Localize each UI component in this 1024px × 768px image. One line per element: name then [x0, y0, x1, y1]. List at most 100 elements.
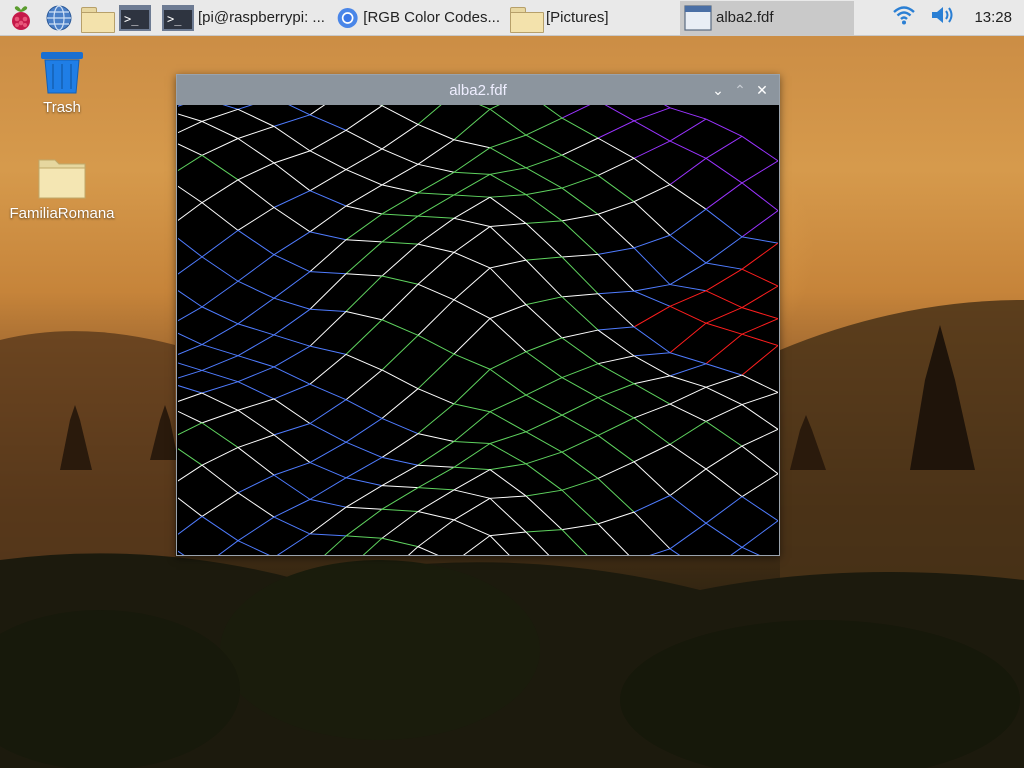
wireframe-edge: [201, 256, 239, 282]
maximize-button[interactable]: ⌃: [729, 80, 751, 100]
wireframe-edge: [381, 511, 419, 539]
wireframe-edge: [201, 344, 239, 357]
wireframe-edge: [237, 179, 275, 208]
wireframe-edge: [237, 447, 275, 476]
wireframe-edge: [525, 134, 563, 156]
wireframe-edge: [309, 423, 347, 443]
volume-button[interactable]: [930, 4, 956, 31]
wireframe-edge: [489, 463, 527, 471]
task-chromium[interactable]: [RGB Color Codes...: [332, 1, 506, 35]
wireframe-edge: [273, 398, 311, 424]
wireframe-edge: [381, 148, 419, 165]
wireframe-edge: [201, 355, 239, 371]
wireframe-edge: [201, 323, 239, 346]
wireframe-edge: [417, 194, 455, 217]
wireframe-edge: [705, 262, 743, 270]
wireframe-edge: [178, 154, 203, 172]
globe-icon: [46, 4, 72, 31]
wireframe-edge: [453, 194, 491, 198]
wireframe-edge: [597, 329, 635, 357]
wireframe-edge: [201, 306, 239, 325]
wireframe-edge: [273, 125, 311, 152]
wireframe-edge: [453, 217, 491, 228]
wireframe-edge: [407, 546, 419, 555]
web-browser-launcher[interactable]: [42, 1, 76, 35]
wireframe-edge: [489, 105, 500, 110]
wireframe-edge: [178, 237, 203, 258]
wireframe-edge: [453, 489, 491, 499]
wireframe-edge: [309, 533, 347, 537]
wireframe-edge: [178, 332, 203, 346]
wireframe-edge: [417, 433, 455, 442]
wireframe-edge: [453, 497, 491, 521]
wireframe-edge: [417, 243, 455, 253]
close-button[interactable]: ✕: [751, 80, 773, 100]
clock[interactable]: 13:28: [974, 9, 1012, 26]
wireframe-edge: [669, 284, 707, 292]
wireframe-canvas[interactable]: [178, 105, 778, 555]
wireframe-edge: [237, 254, 275, 282]
wireframe-edge: [273, 462, 311, 476]
wireframe-edge: [273, 271, 311, 299]
wireframe-edge: [669, 403, 707, 422]
minimize-button[interactable]: ⌄: [707, 80, 729, 100]
wireframe-edge: [362, 537, 383, 555]
wireframe-edge: [489, 196, 527, 224]
wireframe-edge: [633, 443, 671, 463]
wireframe-edge: [417, 403, 455, 435]
wireframe-edge: [237, 334, 275, 357]
file-manager-launcher[interactable]: [80, 1, 115, 35]
wireframe-edge: [525, 451, 563, 465]
task-terminal[interactable]: >_ [pi@raspberrypi: ...: [158, 1, 332, 35]
wireframe-edge: [453, 147, 491, 173]
window-titlebar[interactable]: alba2.fdf ⌄ ⌃ ✕: [177, 75, 779, 105]
wireframe-edge: [525, 337, 563, 353]
wifi-button[interactable]: [892, 4, 916, 31]
wireframe-edge: [741, 307, 778, 320]
task-alba2[interactable]: alba2.fdf: [680, 0, 854, 35]
wireframe-edge: [417, 123, 455, 141]
wireframe-edge: [345, 239, 383, 243]
wireframe-edge: [669, 234, 707, 264]
wireframe-edge: [669, 386, 707, 405]
wireframe-edge: [633, 290, 671, 307]
wireframe-edge: [453, 171, 491, 175]
wireframe-edge: [633, 107, 671, 122]
wireframe-edge: [309, 311, 347, 347]
wireframe-edge: [178, 113, 203, 122]
wireframe-edge: [453, 226, 491, 253]
wireframe-edge: [453, 466, 491, 471]
wireframe-edge: [705, 157, 743, 184]
wireframe-edge: [453, 251, 491, 269]
wireframe-edge: [381, 487, 419, 510]
wireframe-edge: [453, 443, 491, 468]
wireframe-edge: [705, 322, 743, 335]
wireframe-edge: [633, 284, 671, 292]
terminal-launcher[interactable]: >_: [118, 1, 152, 35]
wireframe-edge: [453, 519, 491, 537]
wireframe-edge: [309, 169, 347, 192]
wireframe-edge: [741, 520, 778, 548]
desktop-icon-familiaromana[interactable]: FamiliaRomana: [7, 156, 117, 224]
wireframe-edge: [381, 213, 419, 217]
wireframe-edge: [489, 147, 527, 169]
wireframe-edge: [705, 118, 743, 137]
desktop-icon-label: Trash: [43, 99, 81, 116]
wireframe-edge: [705, 445, 743, 470]
wireframe-edge: [381, 369, 419, 390]
raspberry-menu-button[interactable]: [4, 1, 38, 35]
wireframe-edge: [273, 334, 311, 347]
wireframe-edge: [178, 105, 184, 107]
wireframe-edge: [597, 120, 635, 139]
wireframe-edge: [381, 388, 419, 419]
wireframe-edge: [489, 173, 527, 196]
wireframe-edge: [741, 135, 778, 162]
wireframe-edge: [309, 114, 347, 131]
desktop-icon-trash[interactable]: Trash: [7, 50, 117, 118]
wireframe-edge: [345, 273, 383, 277]
wireframe-edge: [309, 273, 347, 310]
wireframe-edge: [178, 306, 203, 322]
wireframe-edge: [237, 540, 270, 555]
wireframe-edge: [561, 293, 599, 298]
task-pictures[interactable]: [Pictures]: [506, 1, 680, 35]
